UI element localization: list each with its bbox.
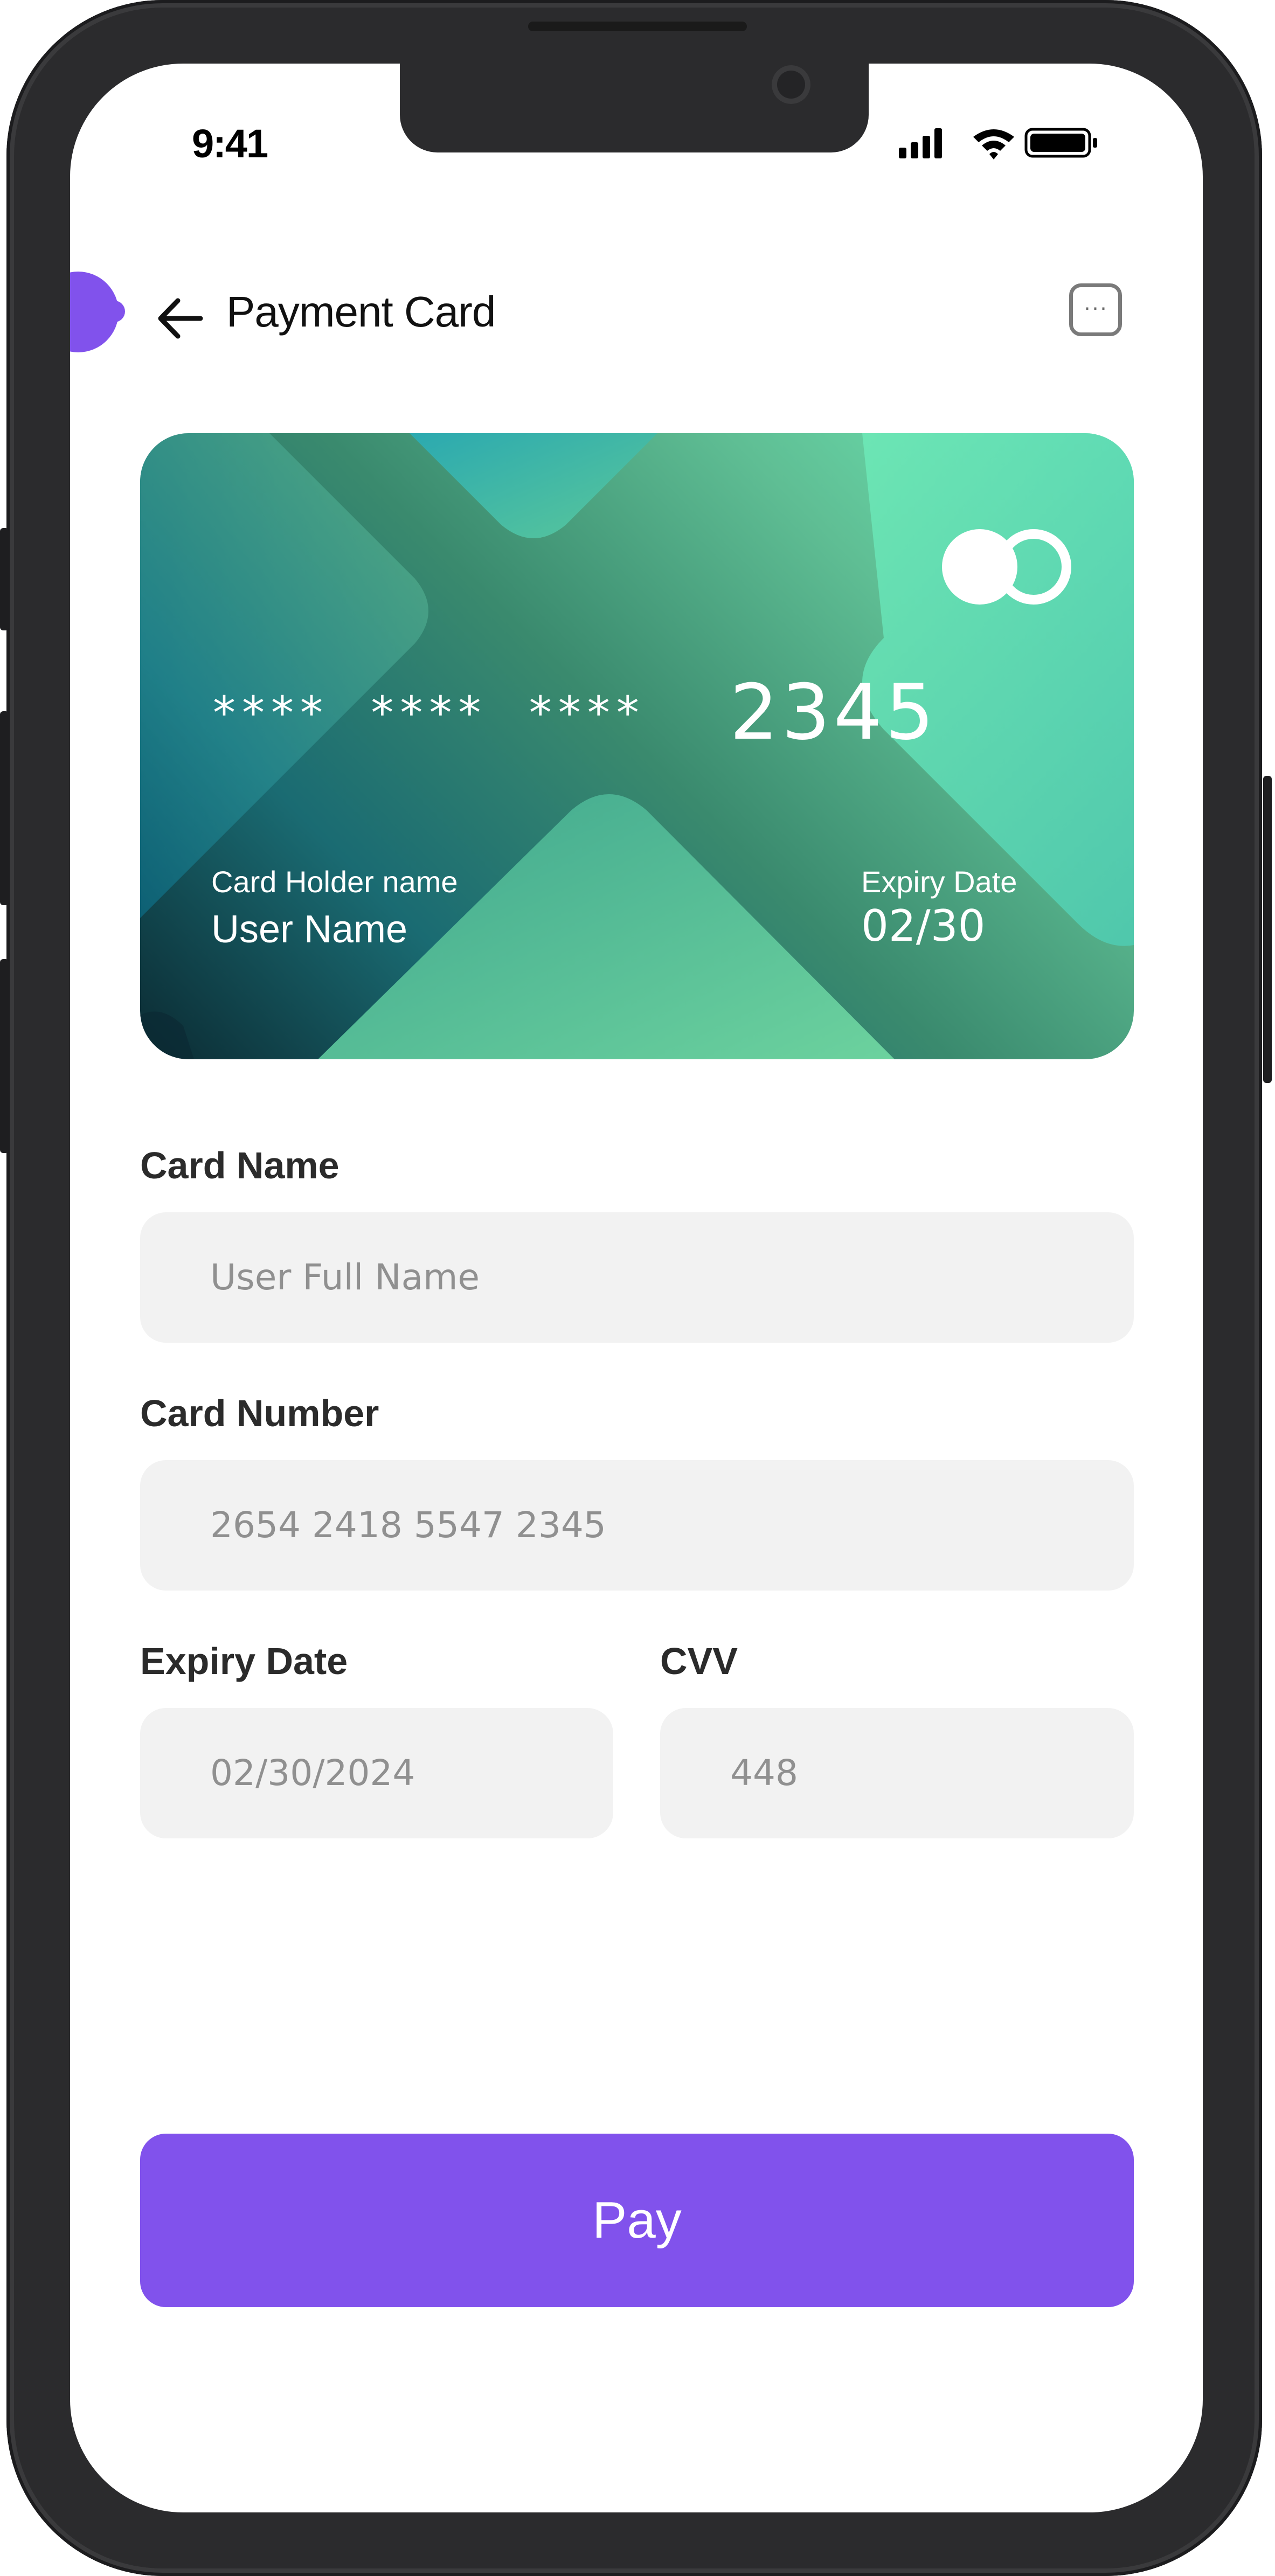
card-number-label: Card Number	[140, 1392, 379, 1434]
cvv-input[interactable]: 448	[660, 1708, 1134, 1838]
wifi-icon	[973, 129, 1014, 159]
more-icon: ···	[1083, 294, 1108, 320]
more-options-button[interactable]: ···	[1069, 283, 1122, 336]
phone-volume-down-button	[0, 959, 9, 1153]
signal-icon	[899, 128, 942, 158]
payment-card-preview: **** **** **** 2345 Card Holder name Use…	[140, 433, 1134, 1059]
phone-volume-up-button	[0, 711, 9, 905]
status-icons	[899, 128, 1097, 159]
pay-button[interactable]: Pay	[140, 2134, 1134, 2307]
status-time: 9:41	[192, 121, 268, 166]
card-expiry-label: Expiry Date	[861, 865, 1017, 899]
phone-silent-switch	[0, 528, 9, 630]
decorative-dot-small	[103, 301, 125, 322]
card-expiry-value: 02/30	[861, 901, 986, 951]
mastercard-icon	[942, 525, 1082, 611]
card-holder-name: User Name	[211, 908, 408, 951]
notch	[400, 64, 869, 152]
card-name-label: Card Name	[140, 1144, 339, 1186]
arrow-left-icon[interactable]	[151, 289, 210, 348]
camera-icon	[772, 65, 810, 104]
phone-speaker-grille	[528, 22, 747, 31]
expiry-date-input[interactable]: 02/30/2024	[140, 1708, 613, 1838]
expiry-date-label: Expiry Date	[140, 1640, 348, 1682]
card-masked-number: **** **** ****	[213, 686, 646, 739]
cvv-label: CVV	[660, 1640, 738, 1682]
battery-icon	[1024, 128, 1097, 158]
card-last-four: 2345	[730, 668, 938, 757]
card-number-input[interactable]: 2654 2418 5547 2345	[140, 1460, 1134, 1591]
card-name-input[interactable]: User Full Name	[140, 1212, 1134, 1343]
phone-power-button	[1263, 776, 1272, 1083]
card-holder-label: Card Holder name	[211, 865, 458, 899]
screen: 9:41 Payment Card ··· **** **** **** 234…	[70, 64, 1203, 2512]
page-title: Payment Card	[226, 288, 496, 336]
